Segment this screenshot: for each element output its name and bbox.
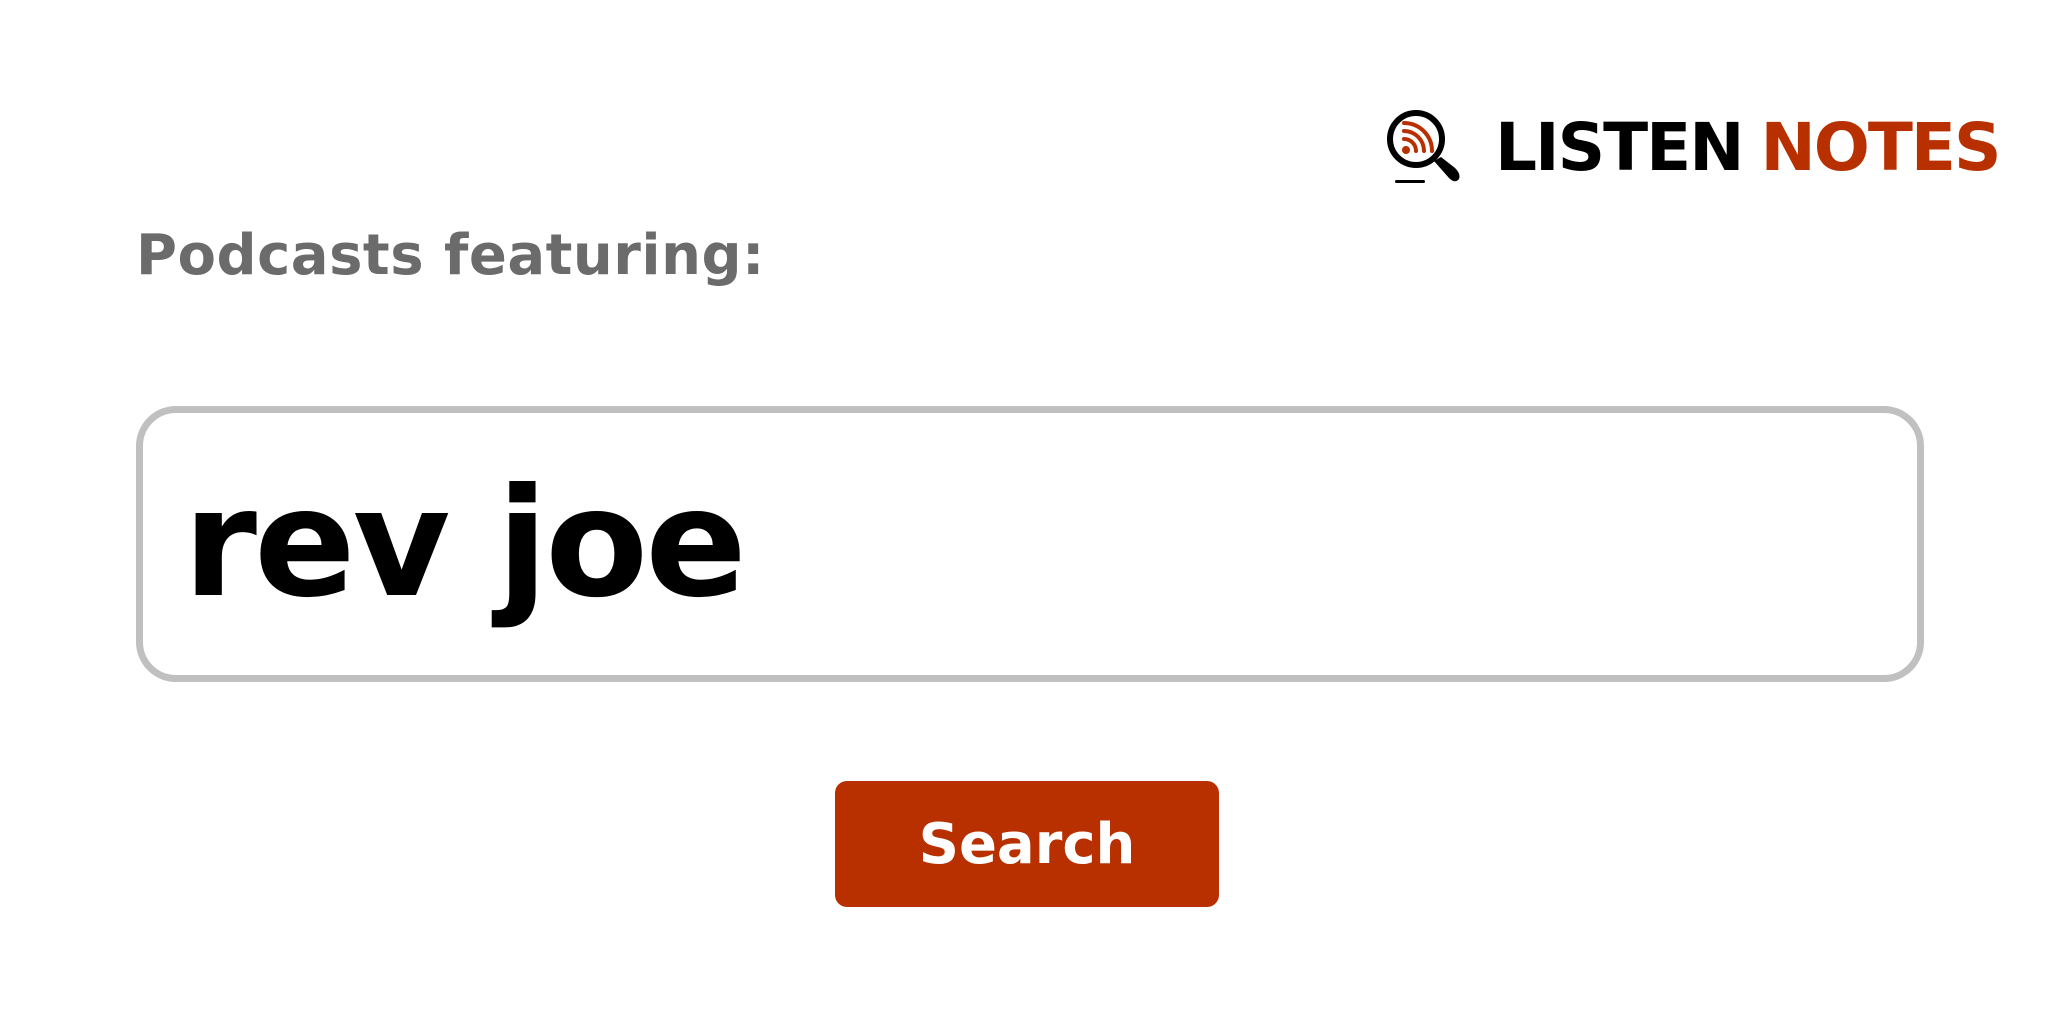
page-heading: Podcasts featuring:	[136, 223, 765, 288]
listen-notes-logo[interactable]: LISTEN NOTES	[1385, 108, 2002, 188]
logo-word-notes: NOTES	[1760, 109, 2002, 186]
page: LISTEN NOTES Podcasts featuring: Search	[0, 0, 2048, 1024]
logo-word-listen: LISTEN	[1495, 109, 1744, 186]
search-button[interactable]: Search	[835, 781, 1219, 907]
search-input[interactable]	[183, 444, 1917, 644]
podcast-search-icon	[1387, 110, 1460, 183]
search-box[interactable]	[136, 406, 1924, 682]
logo-wordmark: LISTEN NOTES	[1495, 109, 2002, 186]
